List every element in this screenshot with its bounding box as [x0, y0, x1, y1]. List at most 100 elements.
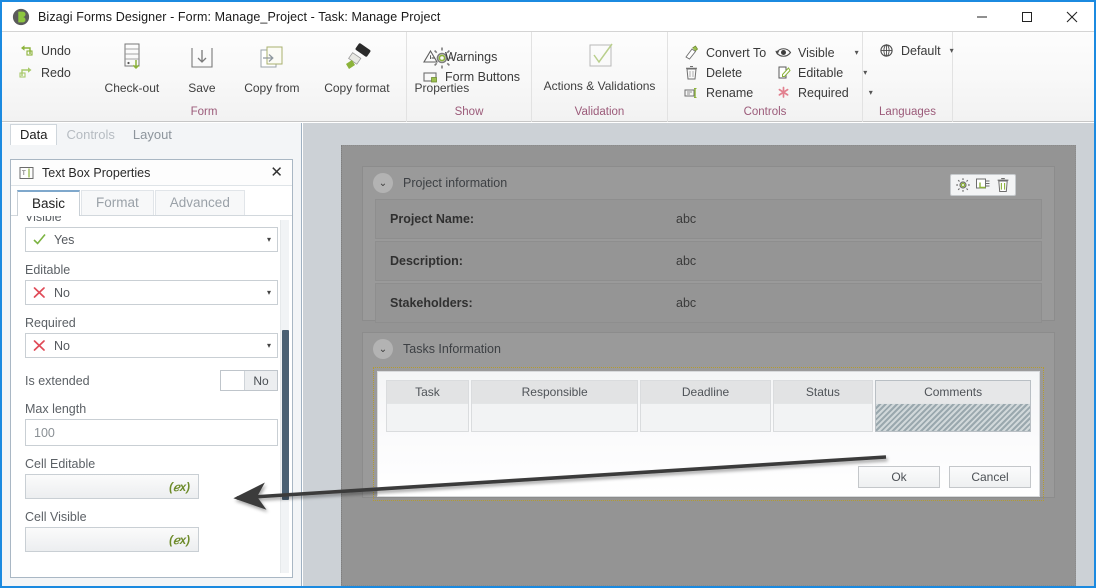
cell-editable-expression-input[interactable]: (ℯx): [25, 474, 199, 499]
save-button[interactable]: Save: [171, 38, 233, 95]
delete-button[interactable]: Delete: [679, 64, 763, 81]
grid-cell[interactable]: [641, 403, 770, 431]
tab-data[interactable]: Data: [10, 124, 58, 145]
cross-red-icon: [33, 340, 45, 351]
grid-column-task[interactable]: Task: [386, 380, 469, 432]
ribbon-group-label-show: Show: [454, 106, 484, 118]
close-button[interactable]: [1049, 2, 1094, 31]
gear-icon[interactable]: [955, 177, 971, 193]
convert-to-button[interactable]: Convert To ▾: [679, 44, 779, 61]
trash-icon[interactable]: [995, 177, 1011, 193]
checkmark-box-icon: [589, 43, 613, 67]
maximize-button[interactable]: [1004, 2, 1049, 31]
ribbon-group-languages: Default ▾ Languages: [863, 32, 954, 122]
cell-visible-expression-input[interactable]: (ℯx): [25, 527, 199, 552]
form-row[interactable]: Stakeholders: abc: [375, 283, 1042, 323]
required-label: Required: [798, 85, 849, 100]
save-label: Save: [188, 81, 216, 95]
minimize-button[interactable]: [959, 2, 1004, 31]
bizagi-logo-icon: [12, 8, 30, 25]
copy-from-button[interactable]: Copy from: [233, 38, 311, 95]
grid-cell[interactable]: [471, 403, 638, 431]
warnings-button[interactable]: Warnings: [418, 48, 524, 65]
visible-caret-icon[interactable]: ▾: [841, 48, 859, 57]
row-label: Description:: [390, 254, 463, 268]
panel-header: T Text Box Properties ✕: [11, 160, 292, 186]
required-button[interactable]: Required ▾: [771, 84, 873, 101]
form-row[interactable]: Description: abc: [375, 241, 1042, 281]
eye-icon: [775, 48, 792, 57]
panel-scrollbar-thumb[interactable]: [282, 330, 289, 500]
field-visible: Visible Yes ▾: [25, 216, 278, 252]
actions-validations-label: Actions & Validations: [543, 79, 656, 93]
visible-button[interactable]: Visible ▾: [771, 44, 861, 61]
row-value: abc: [676, 254, 697, 268]
editable-page-icon: [778, 66, 791, 79]
panel-tab-format[interactable]: Format: [81, 190, 154, 215]
grid-cell[interactable]: [387, 403, 468, 431]
panel-tab-basic[interactable]: Basic: [17, 190, 81, 216]
form-buttons-button[interactable]: Form Buttons: [418, 68, 524, 85]
editable-select[interactable]: No ▾: [25, 280, 278, 305]
copy-format-button[interactable]: Copy format: [311, 38, 403, 95]
actions-validations-button[interactable]: Actions & Validations: [538, 36, 661, 93]
chevron-down-icon[interactable]: ⌄: [373, 173, 393, 193]
ribbon-group-controls: Convert To ▾ Delete Rename Visible ▾ Edi…: [668, 32, 873, 122]
warning-triangle-icon: [423, 49, 438, 63]
panel-tab-advanced[interactable]: Advanced: [154, 190, 245, 215]
field-editable: Editable No ▾: [25, 263, 278, 305]
visible-select-caret-icon[interactable]: ▾: [267, 235, 271, 244]
convert-to-label: Convert To: [706, 45, 767, 60]
grid-column-deadline[interactable]: Deadline: [640, 380, 771, 432]
form-panel: ⌄ Project information Project Name: abc …: [341, 145, 1076, 586]
cross-red-icon: [33, 287, 45, 298]
grid-column-comments[interactable]: Comments: [875, 380, 1031, 432]
section-tasks-information: ⌄ Tasks Information Task Responsible Dea…: [362, 332, 1055, 501]
redo-icon: [19, 67, 32, 78]
panel-scrollbar[interactable]: [280, 220, 289, 573]
delete-label: Delete: [706, 65, 743, 80]
panel-tabstrip: Basic Format Advanced: [11, 186, 292, 216]
grid-column-status[interactable]: Status: [772, 380, 874, 432]
field-required-label: Required: [25, 316, 76, 330]
ribbon-group-form: Undo Redo Check-out Save Copy from Copy …: [2, 32, 469, 122]
duplicate-icon[interactable]: [975, 177, 991, 193]
copy-format-icon: [345, 43, 371, 69]
editable-button[interactable]: Editable ▾: [771, 64, 867, 81]
check-out-button[interactable]: Check-out: [93, 38, 171, 95]
editable-label: Editable: [798, 65, 844, 80]
panel-close-icon[interactable]: ✕: [270, 165, 283, 180]
grid-column-responsible[interactable]: Responsible: [470, 380, 639, 432]
dock-tabstrip: Data Controls Layout: [10, 123, 181, 145]
default-language-button[interactable]: Default ▾: [874, 42, 958, 59]
chevron-down-icon[interactable]: ⌄: [373, 339, 393, 359]
check-out-label: Check-out: [104, 81, 160, 95]
visible-select[interactable]: Yes ▾: [25, 227, 278, 252]
tab-layout[interactable]: Layout: [124, 125, 181, 145]
trash-icon: [686, 66, 697, 80]
field-max-length-label: Max length: [25, 402, 87, 416]
redo-button[interactable]: Redo: [14, 64, 75, 81]
grid-cell[interactable]: [773, 403, 873, 431]
ok-button[interactable]: Ok: [858, 466, 940, 488]
editable-select-caret-icon[interactable]: ▾: [267, 288, 271, 297]
toggle-knob: [221, 371, 245, 390]
cancel-button[interactable]: Cancel: [949, 466, 1031, 488]
form-action-buttons: Ok Cancel: [386, 466, 1031, 488]
undo-button[interactable]: Undo: [14, 42, 75, 59]
field-is-extended: Is extended No: [25, 370, 278, 391]
tab-controls[interactable]: Controls: [57, 125, 123, 145]
grid-column-header: Status: [805, 385, 840, 399]
is-extended-toggle[interactable]: No: [220, 370, 278, 391]
row-label: Project Name:: [390, 212, 475, 226]
required-select[interactable]: No ▾: [25, 333, 278, 358]
ribbon-group-show: Warnings Form Buttons Show: [407, 32, 532, 122]
form-canvas: ⌄ Project information Project Name: abc …: [303, 123, 1094, 586]
rename-icon: [684, 87, 697, 99]
max-length-input[interactable]: 100: [25, 419, 278, 446]
required-select-caret-icon[interactable]: ▾: [267, 341, 271, 350]
form-row[interactable]: Project Name: abc: [375, 199, 1042, 239]
grid-cell-selected[interactable]: [876, 403, 1030, 431]
redo-label: Redo: [41, 65, 71, 80]
rename-button[interactable]: Rename: [679, 84, 763, 101]
